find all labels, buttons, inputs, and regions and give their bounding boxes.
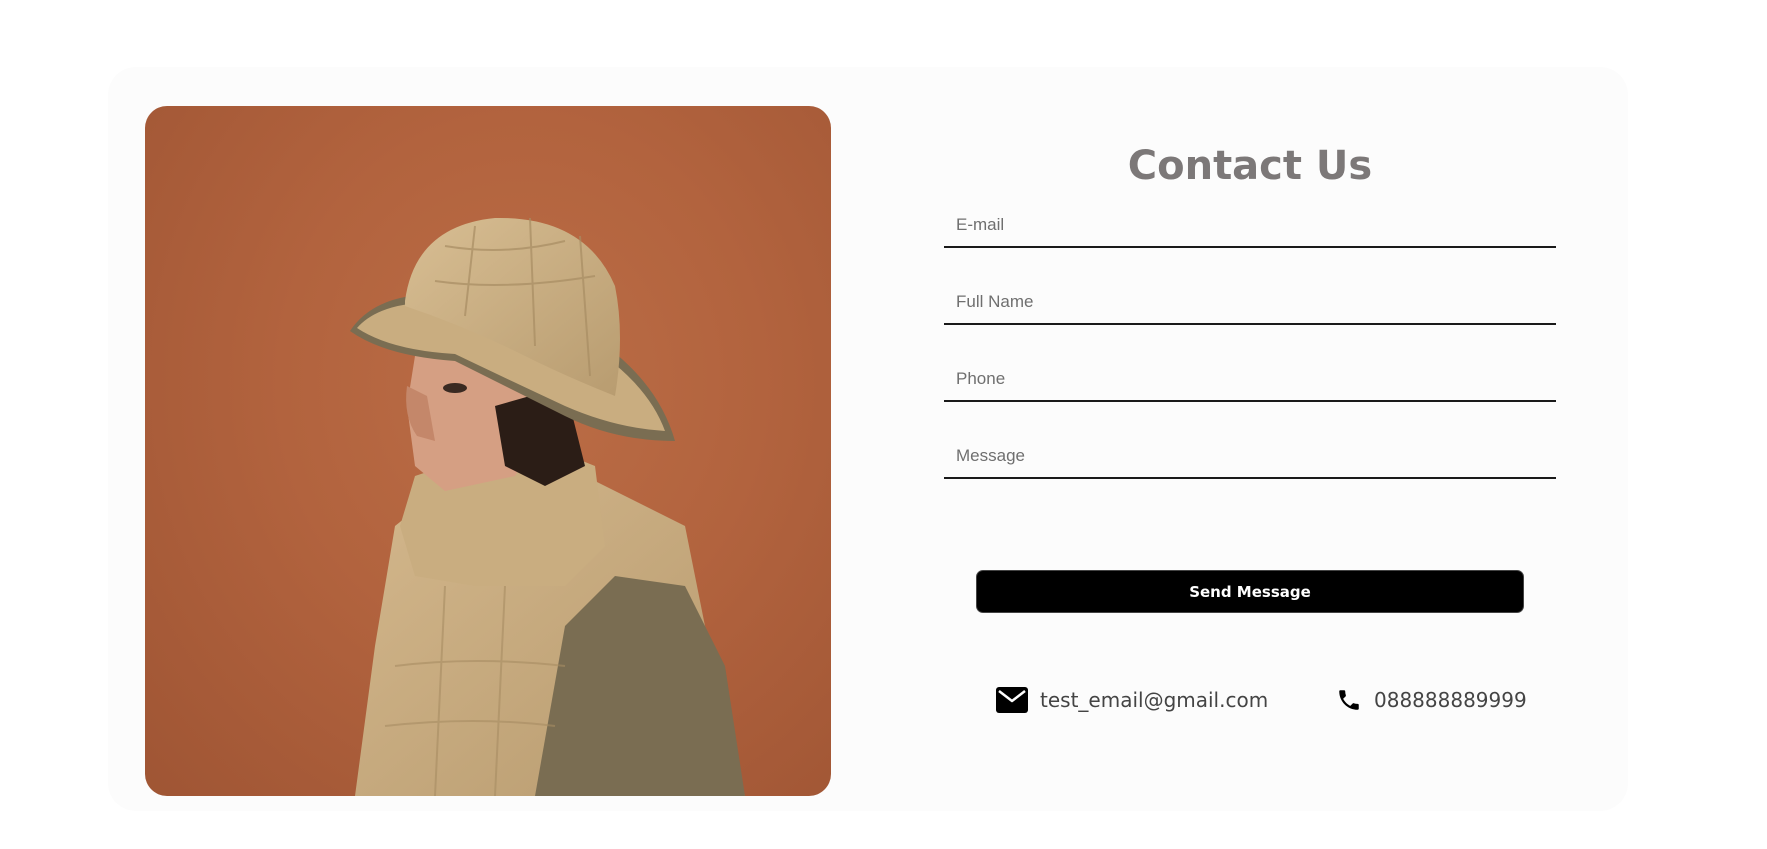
email-address: test_email@gmail.com	[1040, 688, 1269, 712]
page-title: Contact Us	[1127, 143, 1373, 189]
message-field[interactable]	[944, 435, 1556, 479]
contact-form: Contact Us Send Message test_email@gmail…	[944, 130, 1556, 713]
hero-photo	[145, 106, 831, 796]
email-contact: test_email@gmail.com	[996, 683, 1268, 717]
email-field[interactable]	[944, 204, 1556, 248]
full-name-field[interactable]	[944, 281, 1556, 325]
phone-field[interactable]	[944, 358, 1556, 402]
phone-number: 088888889999	[1374, 688, 1527, 712]
send-message-button[interactable]: Send Message	[976, 570, 1524, 613]
envelope-icon	[996, 687, 1028, 713]
contact-info-row: test_email@gmail.com 088888889999	[996, 683, 1556, 717]
phone-contact: 088888889999	[1336, 683, 1527, 717]
photo-illustration	[350, 217, 745, 796]
phone-icon	[1336, 687, 1362, 713]
